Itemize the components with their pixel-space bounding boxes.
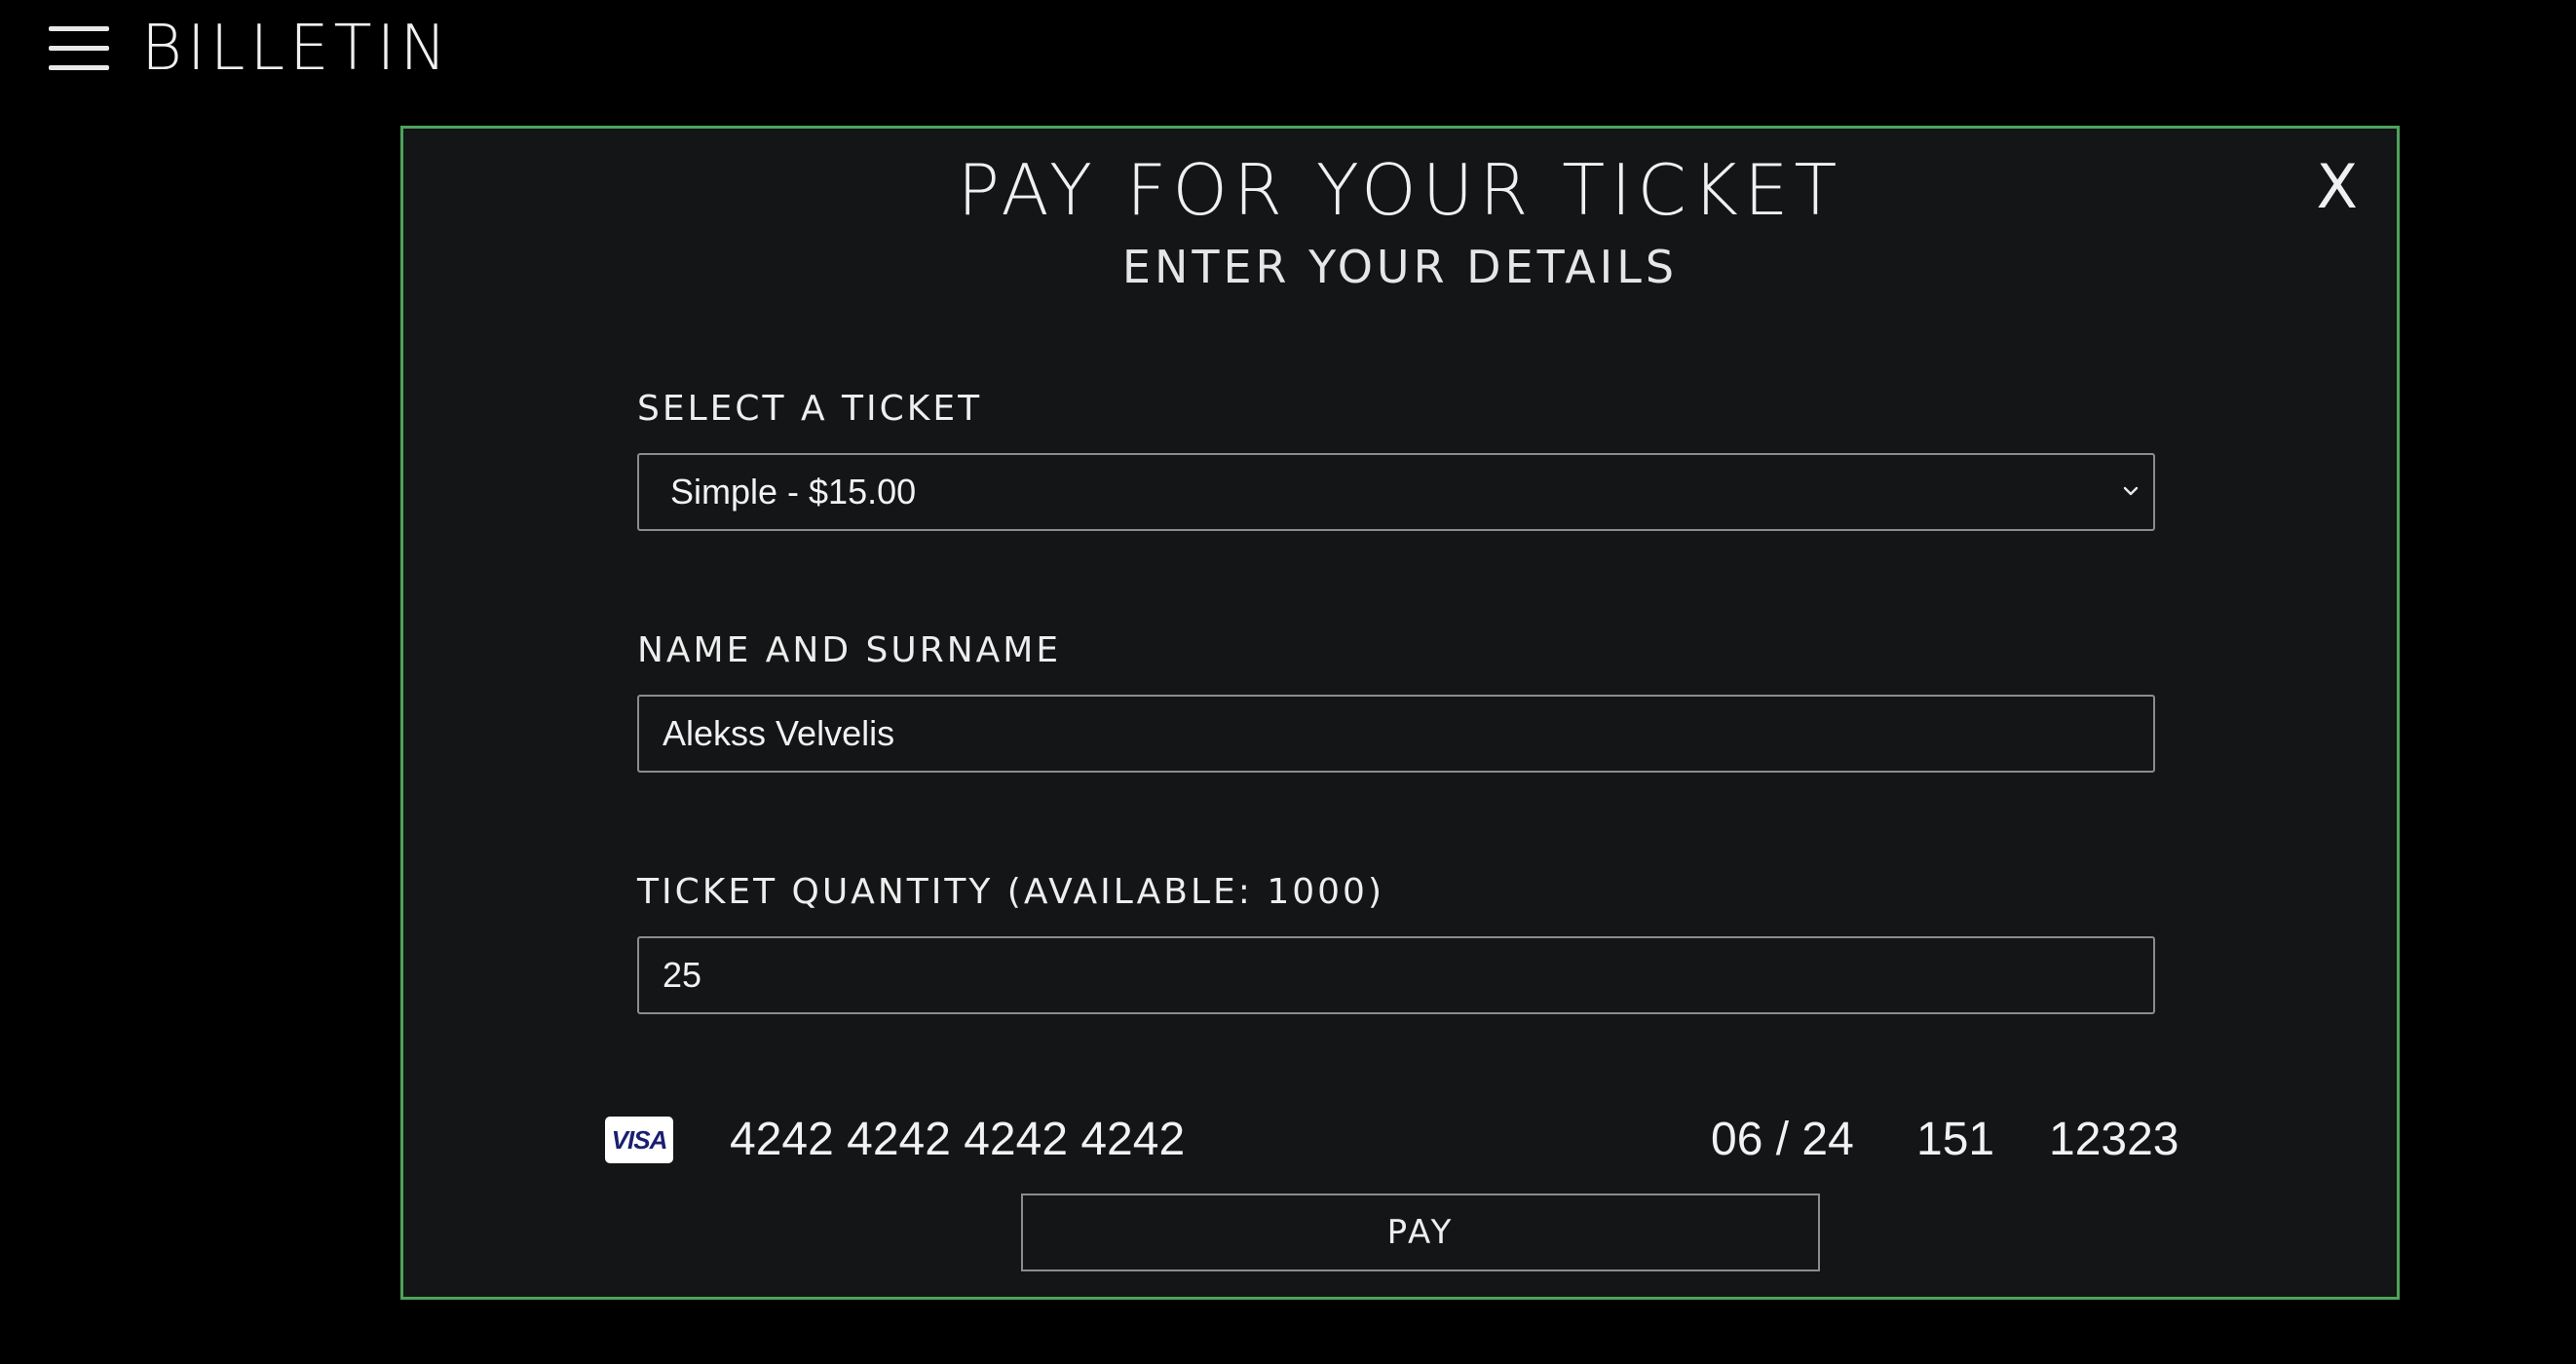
top-bar: BILLETIN — [0, 0, 2576, 97]
ticket-select-value: Simple - $15.00 — [670, 472, 917, 512]
card-zip-input[interactable]: 12323 — [2049, 1106, 2178, 1174]
name-field-value: Alekss Velvelis — [663, 713, 895, 753]
card-number-input[interactable]: 4242 4242 4242 4242 — [730, 1106, 1185, 1174]
modal-subtitle: ENTER YOUR DETAILS — [1121, 241, 1679, 293]
name-field[interactable]: Alekss Velvelis — [637, 695, 2155, 773]
quantity-field-value: 25 — [663, 955, 702, 995]
card-cvc-input[interactable]: 151 — [1916, 1106, 1994, 1174]
pay-button[interactable]: PAY — [1021, 1194, 1820, 1271]
close-button[interactable]: X — [2317, 148, 2358, 226]
payment-modal: PAY FOR YOUR TICKET ENTER YOUR DETAILS X… — [400, 126, 2400, 1300]
visa-logo-text: VISA — [611, 1125, 668, 1155]
chevron-down-icon — [2123, 486, 2139, 496]
ticket-select-label: SELECT A TICKET — [637, 389, 983, 429]
hamburger-menu-icon[interactable] — [49, 26, 109, 71]
quantity-field-label: TICKET QUANTITY (AVAILABLE: 1000) — [637, 872, 1384, 912]
card-element[interactable]: VISA 4242 4242 4242 4242 06 / 24 151 123… — [603, 1106, 2201, 1174]
brand-logo[interactable]: BILLETIN — [141, 14, 451, 84]
visa-card-icon: VISA — [605, 1117, 673, 1163]
name-field-label: NAME AND SURNAME — [637, 630, 1062, 670]
modal-title: PAY FOR YOUR TICKET — [957, 149, 1843, 231]
quantity-field[interactable]: 25 — [637, 936, 2155, 1014]
ticket-select[interactable]: Simple - $15.00 — [637, 453, 2155, 531]
card-expiry-input[interactable]: 06 / 24 — [1711, 1106, 1854, 1174]
